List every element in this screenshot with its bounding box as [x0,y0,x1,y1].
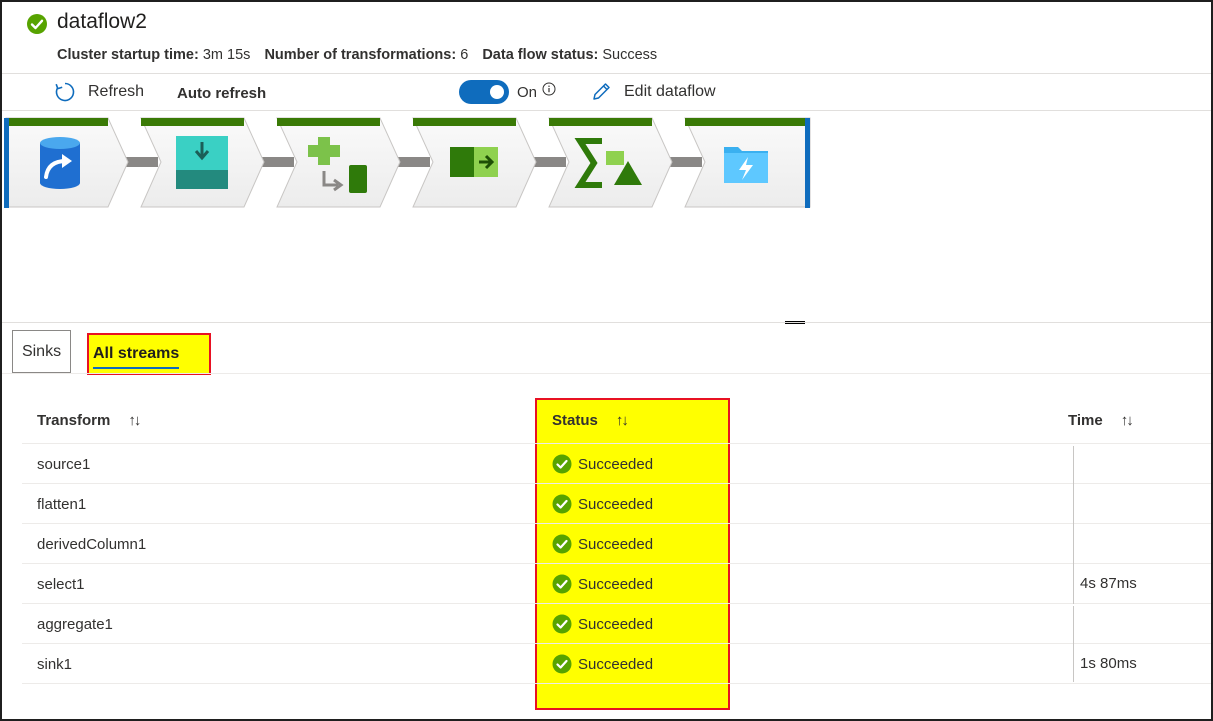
refresh-label: Refresh [88,83,145,100]
transformations-value: 6 [460,47,469,63]
status-label: Succeeded [578,655,654,673]
status-cell: Succeeded [552,454,653,474]
transform-name: source1 [37,456,91,473]
time-group-bracket [1068,446,1074,604]
success-check-icon [552,574,572,594]
status-label: Succeeded [578,615,654,633]
success-check-icon [27,14,47,34]
status-cell: Succeeded [552,654,653,674]
pipeline-step-derived-column[interactable] [276,117,401,208]
status-label: Succeeded [578,575,654,593]
header-divider [2,73,1211,74]
toggle-state-label: On [517,84,538,101]
refresh-button[interactable]: Refresh [54,81,144,103]
edit-dataflow-button[interactable]: Edit dataflow [590,81,716,103]
time-group-bracket [1068,606,1074,682]
transform-name: derivedColumn1 [37,536,147,553]
dataflow-status-value: Success [602,47,658,63]
success-check-icon [552,654,572,674]
tab-all-streams-label: All streams [93,345,180,362]
status-cell: Succeeded [552,614,653,634]
cluster-startup-value: 3m 15s [202,47,251,63]
time-value: 4s 87ms [1080,575,1137,592]
run-metadata: Cluster startup time: 3m 15s Number of t… [57,47,667,63]
panel-divider [2,322,1211,323]
pencil-icon [593,83,610,100]
flatten-icon [176,136,228,189]
toggle-knob [490,85,504,99]
dataflow-status-label: Data flow status: [482,47,599,63]
toggle-state: On [517,82,556,101]
info-icon[interactable] [542,82,556,96]
transform-name: flatten1 [37,496,87,513]
tabs-divider [2,373,1211,374]
table-header-row [22,403,1211,444]
tab-all-streams[interactable]: All streams [87,333,211,375]
transformations-label: Number of transformations: [264,47,457,63]
page-title: dataflow2 [57,10,147,33]
success-check-icon [552,494,572,514]
status-label: Succeeded [578,495,654,513]
time-value: 1s 80ms [1080,655,1137,672]
auto-refresh-toggle[interactable] [459,80,509,104]
tab-sinks[interactable]: Sinks [12,330,71,373]
refresh-icon [55,82,75,102]
toolbar-divider [2,110,1211,111]
cluster-startup-label: Cluster startup time: [57,47,199,63]
sink-folder-icon [724,147,768,183]
transform-name: sink1 [37,656,73,673]
status-cell: Succeeded [552,574,653,594]
transform-name: aggregate1 [37,616,113,633]
pipeline-graph [4,117,811,208]
success-check-icon [552,454,572,474]
active-tab-indicator [93,367,179,369]
success-check-icon [552,614,572,634]
status-label: Succeeded [578,455,654,473]
source-database-icon [40,137,80,189]
status-cell: Succeeded [552,494,653,514]
select-icon [450,147,498,177]
auto-refresh-label: Auto refresh [177,85,267,102]
success-check-icon [552,534,572,554]
edit-dataflow-label: Edit dataflow [624,83,716,100]
status-label: Succeeded [578,535,654,553]
status-cell: Succeeded [552,534,653,554]
transform-name: select1 [37,576,85,593]
